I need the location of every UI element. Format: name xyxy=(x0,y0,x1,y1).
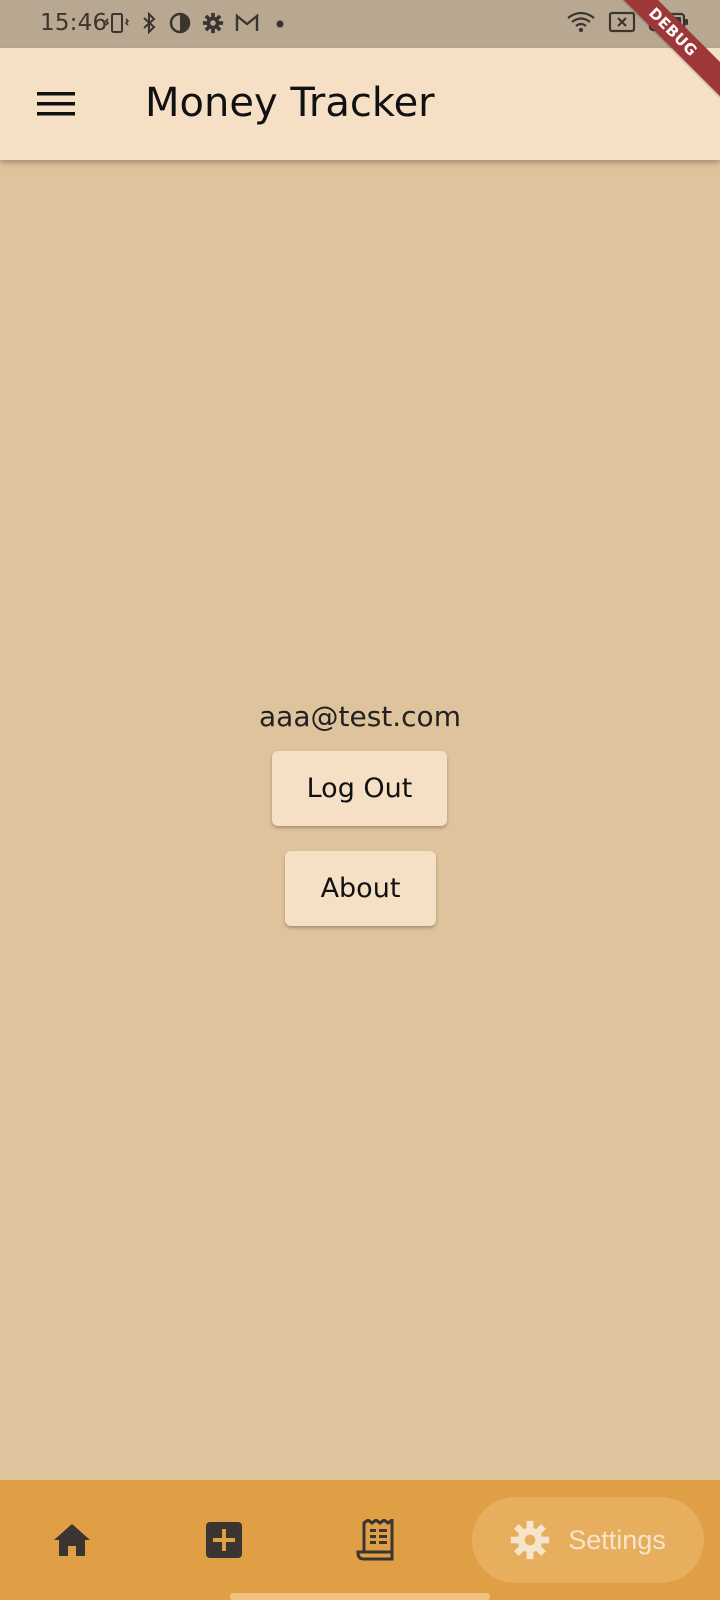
status-time: 15:46 xyxy=(40,10,108,36)
gear-icon xyxy=(511,1520,550,1560)
bluetooth-icon xyxy=(143,11,156,35)
receipt-icon xyxy=(356,1519,394,1561)
status-icons-left xyxy=(104,11,290,35)
logout-button-label: Log Out xyxy=(306,773,413,804)
gmail-icon xyxy=(235,13,259,31)
about-button[interactable]: About xyxy=(285,851,436,926)
user-email: aaa@test.com xyxy=(259,700,461,733)
vibrate-icon xyxy=(104,13,130,33)
add-box-icon xyxy=(206,1522,242,1558)
menu-button[interactable] xyxy=(30,78,82,130)
page-title: Money Tracker xyxy=(145,80,435,126)
data-saver-icon xyxy=(169,12,191,34)
settings-icon xyxy=(202,12,224,34)
home-indicator xyxy=(230,1593,490,1600)
home-icon xyxy=(54,1524,90,1556)
no-sim-icon xyxy=(608,11,636,33)
status-bar: 15:46 xyxy=(0,0,720,48)
nav-settings[interactable]: Settings xyxy=(472,1497,704,1583)
app-bar: Money Tracker xyxy=(0,48,720,160)
bottom-nav: Settings xyxy=(0,1480,720,1600)
wifi-icon xyxy=(567,11,595,33)
dot-icon xyxy=(276,20,284,28)
logout-button[interactable]: Log Out xyxy=(272,751,447,826)
hamburger-menu-icon xyxy=(37,92,75,116)
nav-add[interactable] xyxy=(194,1480,254,1600)
about-button-label: About xyxy=(320,873,401,904)
nav-receipt[interactable] xyxy=(346,1480,406,1600)
nav-settings-label: Settings xyxy=(568,1524,666,1555)
nav-home[interactable] xyxy=(42,1480,102,1600)
